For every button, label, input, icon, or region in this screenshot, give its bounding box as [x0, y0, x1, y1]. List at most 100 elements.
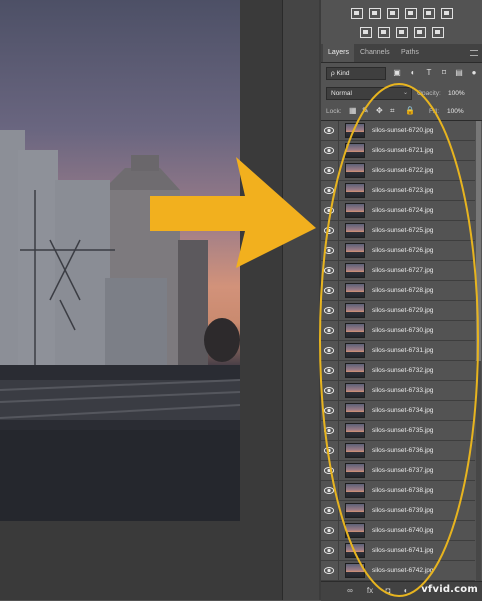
visibility-eye-icon[interactable]: [324, 127, 334, 134]
posterize-icon[interactable]: [377, 27, 390, 38]
lock-position-icon[interactable]: ✥: [376, 107, 384, 115]
filter-toggle-icon[interactable]: ●: [470, 69, 478, 77]
layer-row[interactable]: silos-sunset-6742.jpg: [321, 561, 475, 581]
document-canvas[interactable]: [0, 0, 282, 600]
layer-row[interactable]: silos-sunset-6722.jpg: [321, 161, 475, 181]
visibility-eye-icon[interactable]: [324, 427, 334, 434]
visibility-eye-icon[interactable]: [324, 527, 334, 534]
visibility-eye-icon[interactable]: [324, 507, 334, 514]
add-mask-icon[interactable]: ◘: [383, 586, 393, 596]
exposure-icon[interactable]: [404, 8, 417, 19]
layer-style-icon[interactable]: fx: [365, 586, 375, 596]
filter-kind-select[interactable]: ρ Kind: [326, 67, 386, 80]
layer-name: silos-sunset-6742.jpg: [372, 567, 434, 574]
adjustment-filter-icon[interactable]: ◐: [409, 69, 417, 77]
layers-footer: ∞ fx ◘ ◐ vfvid.com: [321, 581, 482, 601]
lock-image-icon[interactable]: ✎: [362, 107, 370, 115]
blend-mode-select[interactable]: Normal ⌄: [326, 87, 412, 100]
layers-scrollbar[interactable]: [476, 121, 481, 581]
layer-row[interactable]: silos-sunset-6736.jpg: [321, 441, 475, 461]
row-divider: [338, 541, 339, 561]
fill-input[interactable]: 100%: [447, 105, 464, 118]
tab-channels[interactable]: Channels: [355, 44, 395, 62]
layer-name: silos-sunset-6727.jpg: [372, 267, 434, 274]
curves-icon[interactable]: [386, 8, 399, 19]
layer-row[interactable]: silos-sunset-6731.jpg: [321, 341, 475, 361]
visibility-eye-icon[interactable]: [324, 347, 334, 354]
layer-name: silos-sunset-6725.jpg: [372, 227, 434, 234]
lock-transparent-icon[interactable]: ▦: [349, 107, 357, 115]
scrollbar-thumb[interactable]: [476, 121, 481, 361]
visibility-eye-icon[interactable]: [324, 367, 334, 374]
row-divider: [338, 301, 339, 321]
visibility-eye-icon[interactable]: [324, 467, 334, 474]
layer-row[interactable]: silos-sunset-6737.jpg: [321, 461, 475, 481]
layer-row[interactable]: silos-sunset-6732.jpg: [321, 361, 475, 381]
row-divider: [338, 401, 339, 421]
layer-row[interactable]: silos-sunset-6730.jpg: [321, 321, 475, 341]
visibility-eye-icon[interactable]: [324, 267, 334, 274]
layer-row[interactable]: silos-sunset-6725.jpg: [321, 221, 475, 241]
tab-paths[interactable]: Paths: [396, 44, 424, 62]
visibility-eye-icon[interactable]: [324, 547, 334, 554]
lock-all-icon[interactable]: 🔒: [405, 107, 415, 115]
layer-thumbnail: [345, 503, 365, 518]
lock-artboard-icon[interactable]: ⌗: [390, 107, 398, 115]
panel-menu-icon[interactable]: [470, 50, 478, 56]
opacity-input[interactable]: 100%: [448, 87, 465, 100]
row-divider: [338, 121, 339, 141]
shape-filter-icon[interactable]: ⌑: [440, 69, 448, 77]
pixel-filter-icon[interactable]: ▣: [393, 69, 401, 77]
layer-name: silos-sunset-6722.jpg: [372, 167, 434, 174]
levels-icon[interactable]: [368, 8, 381, 19]
layer-thumbnail: [345, 463, 365, 478]
layer-row[interactable]: silos-sunset-6734.jpg: [321, 401, 475, 421]
layer-row[interactable]: silos-sunset-6727.jpg: [321, 261, 475, 281]
visibility-eye-icon[interactable]: [324, 307, 334, 314]
watermark: vfvid.com: [421, 584, 478, 595]
smart-object-filter-icon[interactable]: ▤: [455, 69, 463, 77]
visibility-eye-icon[interactable]: [324, 147, 334, 154]
layer-row[interactable]: silos-sunset-6739.jpg: [321, 501, 475, 521]
gradient-map-icon[interactable]: [413, 27, 426, 38]
type-filter-icon[interactable]: T: [425, 69, 433, 77]
layer-row[interactable]: silos-sunset-6738.jpg: [321, 481, 475, 501]
layer-row[interactable]: silos-sunset-6733.jpg: [321, 381, 475, 401]
visibility-eye-icon[interactable]: [324, 187, 334, 194]
selective-color-icon[interactable]: [431, 27, 444, 38]
layer-row[interactable]: silos-sunset-6728.jpg: [321, 281, 475, 301]
visibility-eye-icon[interactable]: [324, 487, 334, 494]
layer-row[interactable]: silos-sunset-6741.jpg: [321, 541, 475, 561]
invert-icon[interactable]: [359, 27, 372, 38]
layer-row[interactable]: silos-sunset-6740.jpg: [321, 521, 475, 541]
layer-thumbnail: [345, 143, 365, 158]
threshold-icon[interactable]: [395, 27, 408, 38]
layer-thumbnail: [345, 123, 365, 138]
layer-row[interactable]: silos-sunset-6721.jpg: [321, 141, 475, 161]
layer-row[interactable]: silos-sunset-6720.jpg: [321, 121, 475, 141]
vibrance-icon[interactable]: [422, 8, 435, 19]
color-lookup-icon[interactable]: [440, 8, 453, 19]
layer-row[interactable]: silos-sunset-6723.jpg: [321, 181, 475, 201]
layer-thumbnail: [345, 403, 365, 418]
link-layers-icon[interactable]: ∞: [345, 586, 355, 596]
brightness-contrast-icon[interactable]: [350, 8, 363, 19]
layer-row[interactable]: silos-sunset-6729.jpg: [321, 301, 475, 321]
visibility-eye-icon[interactable]: [324, 207, 334, 214]
new-adjustment-icon[interactable]: ◐: [401, 586, 411, 596]
visibility-eye-icon[interactable]: [324, 447, 334, 454]
row-divider: [338, 521, 339, 541]
layer-row[interactable]: silos-sunset-6724.jpg: [321, 201, 475, 221]
visibility-eye-icon[interactable]: [324, 227, 334, 234]
visibility-eye-icon[interactable]: [324, 247, 334, 254]
visibility-eye-icon[interactable]: [324, 287, 334, 294]
layer-list[interactable]: silos-sunset-6720.jpg silos-sunset-6721.j…: [321, 121, 475, 581]
visibility-eye-icon[interactable]: [324, 327, 334, 334]
visibility-eye-icon[interactable]: [324, 167, 334, 174]
visibility-eye-icon[interactable]: [324, 387, 334, 394]
layer-row[interactable]: silos-sunset-6735.jpg: [321, 421, 475, 441]
visibility-eye-icon[interactable]: [324, 407, 334, 414]
layer-row[interactable]: silos-sunset-6726.jpg: [321, 241, 475, 261]
visibility-eye-icon[interactable]: [324, 567, 334, 574]
tab-layers[interactable]: Layers: [323, 44, 355, 62]
